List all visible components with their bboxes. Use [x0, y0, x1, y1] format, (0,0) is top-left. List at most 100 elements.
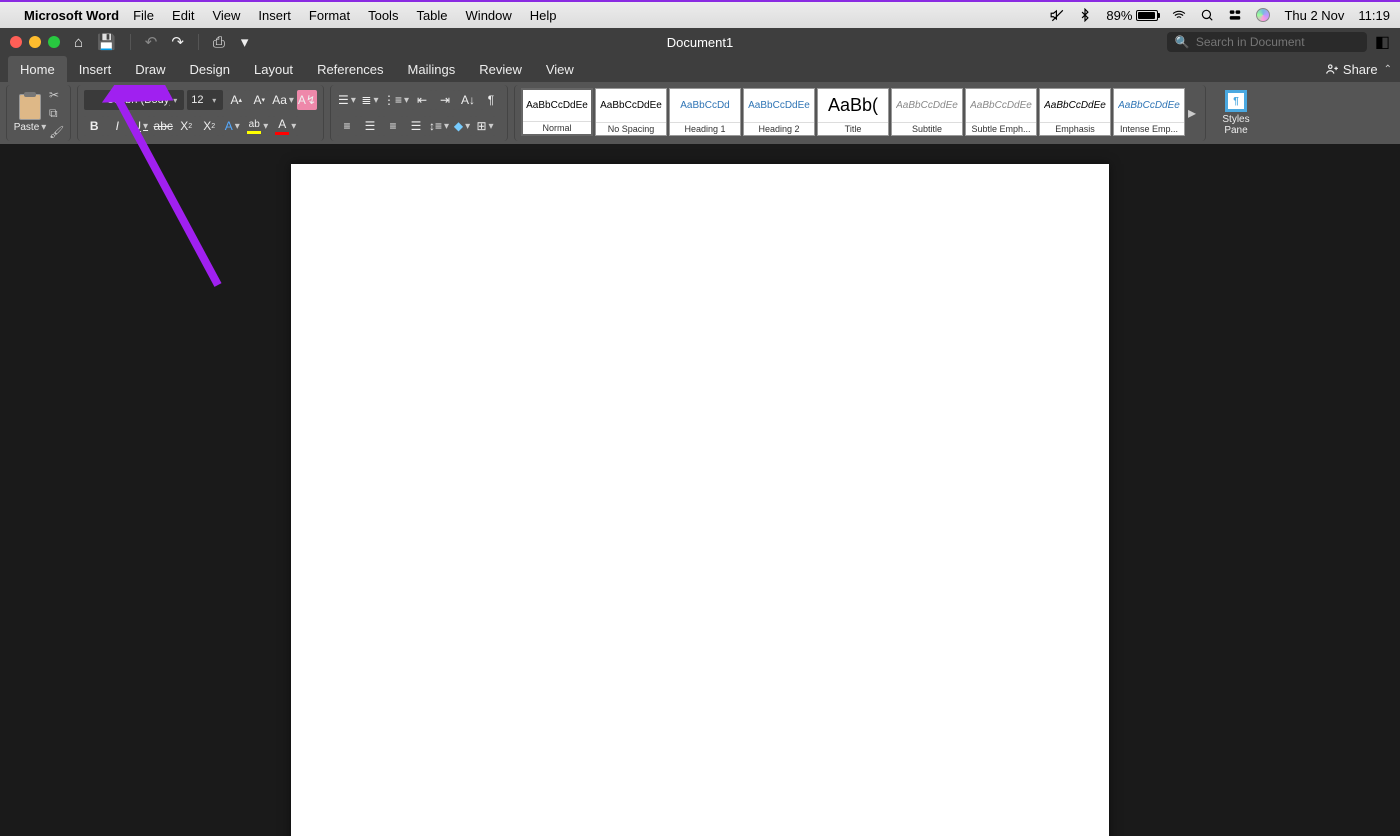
menu-table[interactable]: Table — [416, 8, 447, 23]
copy-icon[interactable]: ⧉ — [49, 106, 64, 121]
menubar-right: 89% Thu 2 Nov 11:19 — [1050, 8, 1390, 23]
save-icon[interactable]: 💾 — [97, 33, 116, 51]
menu-view[interactable]: View — [212, 8, 240, 23]
styles-pane-label: Styles Pane — [1222, 114, 1249, 136]
window-titlebar: ⌂ 💾 ↶ ↷ ⎙ ▾ Document1 🔍 ◧ — [0, 28, 1400, 56]
menu-file[interactable]: File — [133, 8, 154, 23]
multilevel-button[interactable]: ⋮≡▾ — [383, 90, 409, 110]
home-icon[interactable]: ⌂ — [74, 34, 83, 51]
tab-home[interactable]: Home — [8, 56, 67, 82]
menu-window[interactable]: Window — [466, 8, 512, 23]
grow-font-button[interactable]: A▴ — [226, 90, 246, 110]
spotlight-icon[interactable] — [1200, 8, 1214, 22]
document-area[interactable] — [0, 144, 1400, 836]
qat-more-icon[interactable]: ▾ — [241, 33, 249, 51]
paragraph-group: ☰▾ ≣▾ ⋮≡▾ ⇤ ⇥ A↓ ¶ ≡ ☰ ≡ ☰ ↕≡▾ ◆▾ ⊞▾ — [330, 85, 508, 141]
wifi-icon[interactable] — [1172, 8, 1186, 22]
strikethrough-button[interactable]: abc — [153, 116, 173, 136]
redo-icon[interactable]: ↷ — [171, 33, 184, 51]
battery-status[interactable]: 89% — [1106, 8, 1158, 23]
close-button[interactable] — [10, 36, 22, 48]
tab-insert[interactable]: Insert — [67, 56, 124, 82]
style-preview: AaBbCcDd — [680, 89, 729, 122]
menubar-time[interactable]: 11:19 — [1358, 8, 1390, 23]
align-center-button[interactable]: ☰ — [360, 116, 380, 136]
shading-button[interactable]: ◆▾ — [452, 116, 472, 136]
maximize-button[interactable] — [48, 36, 60, 48]
style-preview: AaBb( — [828, 89, 878, 122]
sort-button[interactable]: A↓ — [458, 90, 478, 110]
line-spacing-button[interactable]: ↕≡▾ — [429, 116, 449, 136]
feedback-icon[interactable]: ◧ — [1375, 32, 1390, 52]
menubar-date[interactable]: Thu 2 Nov — [1284, 8, 1344, 23]
style-no-spacing[interactable]: AaBbCcDdEeNo Spacing — [595, 88, 667, 136]
bullets-button[interactable]: ☰▾ — [337, 90, 357, 110]
format-painter-icon[interactable]: 🖌 — [49, 125, 64, 139]
tab-draw[interactable]: Draw — [123, 56, 177, 82]
style-preview: AaBbCcDdEe — [526, 90, 588, 121]
tab-mailings[interactable]: Mailings — [396, 56, 468, 82]
search-icon: 🔍 — [1175, 35, 1190, 49]
bluetooth-icon[interactable] — [1078, 8, 1092, 22]
tab-references[interactable]: References — [305, 56, 395, 82]
subscript-button[interactable]: X2 — [176, 116, 196, 136]
text-effects-button[interactable]: A▾ — [222, 116, 242, 136]
menu-format[interactable]: Format — [309, 8, 350, 23]
menu-insert[interactable]: Insert — [258, 8, 291, 23]
styles-pane-button[interactable]: ¶ Styles Pane — [1216, 90, 1256, 136]
italic-button[interactable]: I — [107, 116, 127, 136]
tab-design[interactable]: Design — [178, 56, 242, 82]
superscript-button[interactable]: X2 — [199, 116, 219, 136]
search-input[interactable] — [1196, 35, 1359, 49]
align-right-button[interactable]: ≡ — [383, 116, 403, 136]
increase-indent-button[interactable]: ⇥ — [435, 90, 455, 110]
minimize-button[interactable] — [29, 36, 41, 48]
borders-button[interactable]: ⊞▾ — [475, 116, 495, 136]
font-group: Calibri (Body)▾ 12▾ A▴ A▾ Aa▾ A↯ B I U▾ … — [77, 85, 324, 141]
font-name-select[interactable]: Calibri (Body)▾ — [84, 90, 184, 110]
styles-more-button[interactable]: ▸ — [1185, 103, 1199, 123]
chevron-up-icon: ⌃ — [1384, 64, 1392, 75]
styles-pane-icon: ¶ — [1225, 90, 1247, 112]
style-subtle-emph-[interactable]: AaBbCcDdEeSubtle Emph... — [965, 88, 1037, 136]
underline-button[interactable]: U▾ — [130, 116, 150, 136]
style-heading-1[interactable]: AaBbCcDdHeading 1 — [669, 88, 741, 136]
style-subtitle[interactable]: AaBbCcDdEeSubtitle — [891, 88, 963, 136]
tab-layout[interactable]: Layout — [242, 56, 305, 82]
style-normal[interactable]: AaBbCcDdEeNormal — [521, 88, 593, 136]
style-emphasis[interactable]: AaBbCcDdEeEmphasis — [1039, 88, 1111, 136]
font-color-button[interactable]: A▾ — [273, 116, 298, 136]
share-button[interactable]: Share ⌃ — [1325, 56, 1400, 82]
align-left-button[interactable]: ≡ — [337, 116, 357, 136]
tab-view[interactable]: View — [534, 56, 586, 82]
clear-format-button[interactable]: A↯ — [297, 90, 317, 110]
decrease-indent-button[interactable]: ⇤ — [412, 90, 432, 110]
document-page[interactable] — [291, 164, 1109, 836]
style-heading-2[interactable]: AaBbCcDdEeHeading 2 — [743, 88, 815, 136]
mute-icon[interactable] — [1050, 8, 1064, 22]
cut-icon[interactable]: ✂ — [49, 88, 64, 102]
numbering-button[interactable]: ≣▾ — [360, 90, 380, 110]
highlight-button[interactable]: ab▾ — [245, 116, 270, 136]
style-title[interactable]: AaBb(Title — [817, 88, 889, 136]
search-box[interactable]: 🔍 — [1167, 32, 1367, 52]
control-center-icon[interactable] — [1228, 8, 1242, 22]
font-size-select[interactable]: 12▾ — [187, 90, 223, 110]
justify-button[interactable]: ☰ — [406, 116, 426, 136]
siri-icon[interactable] — [1256, 8, 1270, 22]
style-preview: AaBbCcDdEe — [1118, 89, 1180, 122]
tab-review[interactable]: Review — [467, 56, 534, 82]
menu-edit[interactable]: Edit — [172, 8, 194, 23]
app-name[interactable]: Microsoft Word — [24, 8, 119, 23]
undo-icon[interactable]: ↶ — [145, 33, 158, 51]
style-label: Heading 2 — [744, 122, 814, 135]
menu-tools[interactable]: Tools — [368, 8, 398, 23]
bold-button[interactable]: B — [84, 116, 104, 136]
style-intense-emp-[interactable]: AaBbCcDdEeIntense Emp... — [1113, 88, 1185, 136]
change-case-button[interactable]: Aa▾ — [272, 90, 294, 110]
show-marks-button[interactable]: ¶ — [481, 90, 501, 110]
menu-help[interactable]: Help — [530, 8, 557, 23]
shrink-font-button[interactable]: A▾ — [249, 90, 269, 110]
print-icon[interactable]: ⎙ — [213, 34, 225, 51]
paste-button[interactable]: Paste▾ — [13, 94, 47, 133]
